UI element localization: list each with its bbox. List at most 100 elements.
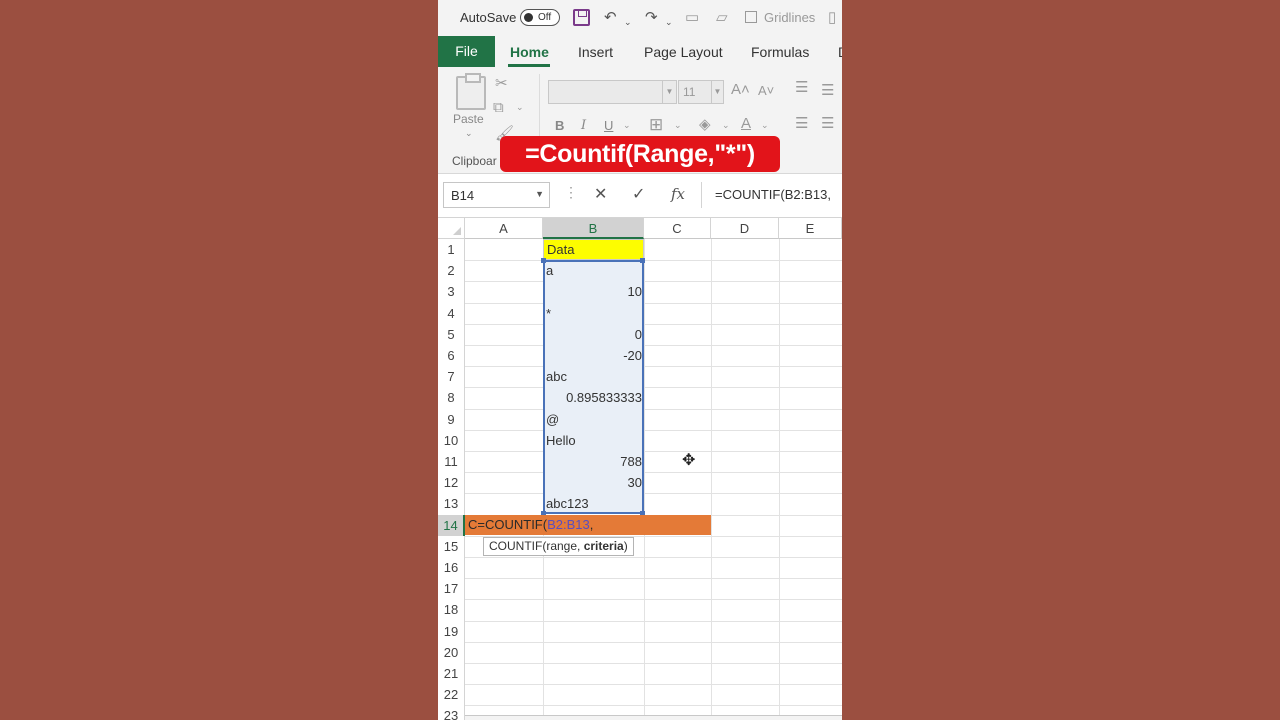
picture-icon[interactable]: ▭ [685,9,699,27]
align-left-icon[interactable]: ☰ [795,114,808,132]
quick-access-toolbar: AutoSave Off ↶ ⌄ ↷ ⌄ ▭ ▱ Gridlines ▯ [438,0,842,36]
row-header-3[interactable]: 3 [438,281,465,303]
formula-input[interactable]: =COUNTIF(B2:B13, [715,187,831,202]
cell-b12[interactable]: 30 [545,472,642,493]
cell-b10[interactable]: Hello [546,430,576,451]
cell-b1-header[interactable]: Data [543,239,644,260]
tab-insert[interactable]: Insert [578,44,613,60]
redo-dropdown-icon[interactable]: ⌄ [665,13,673,31]
cell-b2[interactable]: a [546,260,553,281]
undo-dropdown-icon[interactable]: ⌄ [624,13,632,31]
align-center-icon[interactable]: ☰ [821,114,834,132]
range-handle-top-right[interactable] [640,258,645,263]
cut-icon[interactable]: ✂ [495,74,508,92]
cell-b3[interactable]: 10 [545,281,642,302]
underline-dropdown-icon[interactable]: ⌄ [623,120,631,131]
font-size-dropdown[interactable]: 11 ▼ [678,80,724,104]
tab-file[interactable]: File [438,36,495,67]
cell-b9[interactable]: @ [546,409,559,430]
row-header-5[interactable]: 5 [438,323,465,345]
cell-b6[interactable]: -20 [545,345,642,366]
more-icon[interactable]: ⋮ [564,184,578,201]
row-header-19[interactable]: 19 [438,620,465,642]
undo-icon[interactable]: ↶ [604,9,617,27]
row-header-18[interactable]: 18 [438,599,465,621]
redo-icon[interactable]: ↷ [645,9,658,27]
font-color-icon[interactable]: A [741,115,751,132]
row-header-6[interactable]: 6 [438,345,465,367]
worksheet-grid[interactable]: A B C D E 1 2 3 4 5 6 7 8 9 10 11 12 13 14 15 16 17 18 19 2… [438,218,842,720]
cell-b5[interactable]: 0 [545,324,642,345]
underline-button[interactable]: U [604,118,613,133]
fill-color-icon[interactable]: ◈ [699,115,711,133]
paste-dropdown-icon[interactable]: ⌄ [465,128,473,139]
ribbon-tabs: File Home Insert Page Layout Formulas D [438,36,842,68]
row-header-8[interactable]: 8 [438,387,465,409]
row-header-16[interactable]: 16 [438,557,465,579]
decrease-font-icon[interactable]: A˅ [758,83,774,98]
gridlines-checkbox[interactable] [745,11,757,23]
row-header-22[interactable]: 22 [438,684,465,706]
column-header-c[interactable]: C [644,218,711,239]
copy-dropdown-icon[interactable]: ⌄ [516,102,524,113]
font-name-dropdown[interactable]: ▼ [548,80,677,104]
align-top-icon[interactable]: ☰ [795,78,808,96]
bold-button[interactable]: B [555,118,564,133]
tab-data[interactable]: D [838,44,842,60]
row-header-23[interactable]: 23 [438,705,465,720]
row-header-2[interactable]: 2 [438,260,465,282]
italic-button[interactable]: I [581,118,586,133]
active-cell-editor[interactable]: C=COUNTIF(B2:B13, [468,515,593,535]
row-header-4[interactable]: 4 [438,302,465,324]
borders-icon[interactable]: ⊞ [649,115,663,135]
insert-function-icon[interactable]: fx [671,185,685,203]
fill-dropdown-icon[interactable]: ⌄ [722,120,730,131]
row-header-20[interactable]: 20 [438,641,465,663]
name-box[interactable]: B14 ▼ [443,182,550,208]
row-header-1[interactable]: 1 [438,239,465,261]
row-header-14[interactable]: 14 [438,514,465,536]
copy-icon[interactable]: ⧉ [493,99,504,116]
tab-page-layout[interactable]: Page Layout [644,44,723,60]
row-header-15[interactable]: 15 [438,535,465,557]
cell-b4[interactable]: * [546,303,551,324]
column-header-d[interactable]: D [711,218,779,239]
column-header-b[interactable]: B [543,218,644,239]
document-icon[interactable]: ▯ [828,9,836,27]
cell-b13[interactable]: abc123 [546,493,589,514]
tab-formulas[interactable]: Formulas [751,44,809,60]
cell-b11[interactable]: 788 [545,451,642,472]
save-icon[interactable] [573,9,590,26]
open-folder-icon[interactable]: ▱ [716,9,728,27]
row-header-10[interactable]: 10 [438,429,465,451]
row-header-13[interactable]: 13 [438,493,465,515]
enter-icon[interactable]: ✓ [632,184,645,204]
autosave-toggle[interactable]: Off [520,9,560,26]
select-all-corner[interactable] [438,218,465,239]
font-color-dropdown-icon[interactable]: ⌄ [761,120,769,131]
gridline-horizontal [465,345,842,346]
gridline-horizontal [465,599,842,601]
row-header-21[interactable]: 21 [438,663,465,685]
align-middle-icon[interactable]: ☰ [821,81,834,99]
cancel-icon[interactable]: ✕ [594,184,607,204]
column-header-a[interactable]: A [465,218,543,239]
tooltip-arg-range[interactable]: range, [546,539,583,553]
paste-label[interactable]: Paste [453,112,484,126]
row-header-9[interactable]: 9 [438,408,465,430]
cell-b7[interactable]: abc [546,366,567,387]
row-header-11[interactable]: 11 [438,451,465,473]
tab-home[interactable]: Home [510,44,549,60]
row-header-12[interactable]: 12 [438,472,465,494]
column-header-e[interactable]: E [779,218,842,239]
increase-font-icon[interactable]: A˄ [731,81,750,98]
paste-icon[interactable] [456,73,486,110]
row-header-7[interactable]: 7 [438,366,465,388]
gridline-horizontal [465,557,842,558]
cell-b8[interactable]: 0.895833333 [545,387,642,408]
tooltip-arg-criteria[interactable]: criteria [584,539,624,553]
borders-dropdown-icon[interactable]: ⌄ [674,120,682,131]
row-header-17[interactable]: 17 [438,578,465,600]
gridline-horizontal [465,578,842,580]
gridline-horizontal [465,705,842,707]
